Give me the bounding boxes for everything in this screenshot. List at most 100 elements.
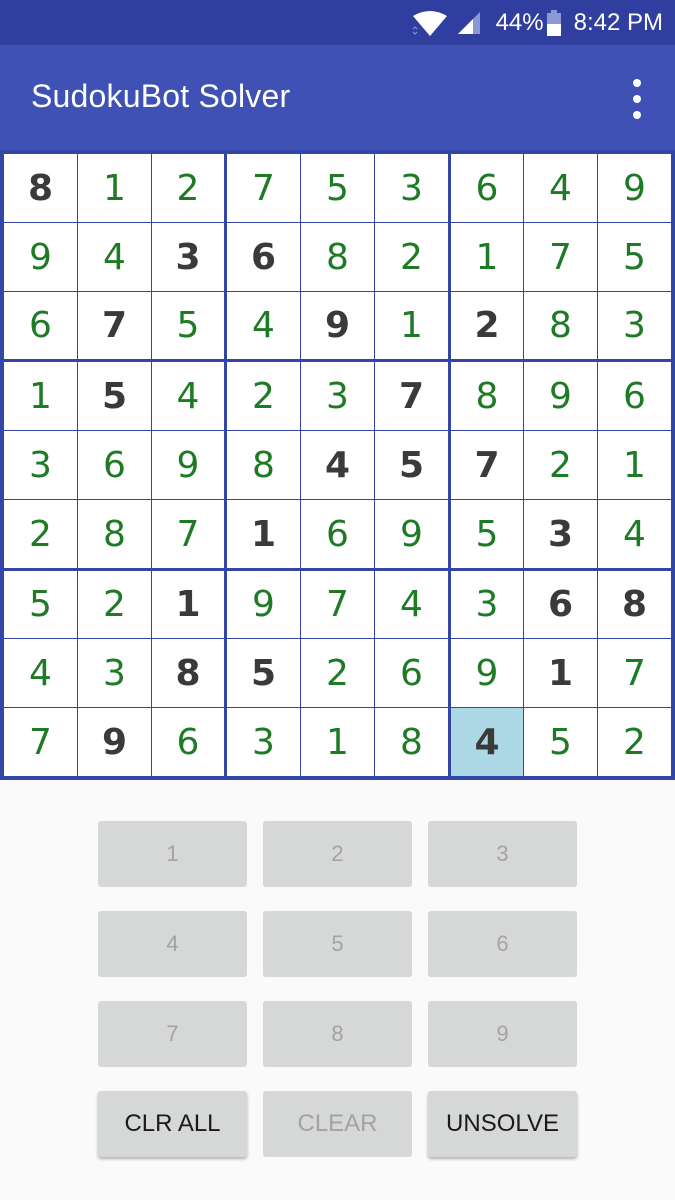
digit-button-6[interactable]: 6	[428, 911, 577, 977]
digit-button-9[interactable]: 9	[428, 1001, 577, 1067]
dot	[633, 95, 641, 103]
sudoku-cell-r4c9[interactable]: 6	[598, 362, 671, 430]
sudoku-cell-r3c2[interactable]: 7	[78, 292, 151, 359]
sudoku-cell-r3c4[interactable]: 4	[227, 292, 300, 359]
digit-button-5[interactable]: 5	[263, 911, 412, 977]
sudoku-cell-r5c8[interactable]: 2	[524, 431, 597, 499]
app-title: SudokuBot Solver	[31, 78, 291, 114]
sudoku-cell-r8c7[interactable]: 9	[451, 639, 523, 707]
sudoku-cell-r5c6[interactable]: 5	[375, 431, 448, 499]
sudoku-cell-r7c2[interactable]: 2	[78, 571, 151, 638]
sudoku-cell-r2c3[interactable]: 3	[152, 223, 224, 291]
sudoku-cell-r9c4[interactable]: 3	[227, 708, 300, 776]
sudoku-cell-r1c3[interactable]: 2	[152, 154, 224, 222]
sudoku-cell-r8c2[interactable]: 3	[78, 639, 151, 707]
sudoku-cell-r1c2[interactable]: 1	[78, 154, 151, 222]
sudoku-cell-r4c1[interactable]: 1	[4, 362, 77, 430]
sudoku-cell-r1c9[interactable]: 9	[598, 154, 671, 222]
sudoku-cell-r7c4[interactable]: 9	[227, 571, 300, 638]
sudoku-cell-r6c4[interactable]: 1	[227, 500, 300, 568]
sudoku-cell-r2c1[interactable]: 9	[4, 223, 77, 291]
sudoku-cell-r2c9[interactable]: 5	[598, 223, 671, 291]
sudoku-cell-r5c7[interactable]: 7	[451, 431, 523, 499]
battery-icon	[546, 9, 562, 36]
sudoku-cell-r4c4[interactable]: 2	[227, 362, 300, 430]
sudoku-cell-r6c7[interactable]: 5	[451, 500, 523, 568]
sudoku-cell-r6c3[interactable]: 7	[152, 500, 224, 568]
sudoku-cell-r2c5[interactable]: 8	[301, 223, 374, 291]
digit-button-1[interactable]: 1	[98, 821, 247, 887]
sudoku-grid: 8127536499436821756754912831542378963698…	[0, 150, 675, 780]
sudoku-cell-r2c6[interactable]: 2	[375, 223, 448, 291]
clear-button[interactable]: CLEAR	[263, 1091, 412, 1157]
clear-all-button[interactable]: CLR ALL	[98, 1091, 247, 1157]
sudoku-cell-r7c8[interactable]: 6	[524, 571, 597, 638]
sudoku-cell-r7c3[interactable]: 1	[152, 571, 224, 638]
sudoku-cell-r8c4[interactable]: 5	[227, 639, 300, 707]
digit-button-4[interactable]: 4	[98, 911, 247, 977]
sudoku-cell-r6c8[interactable]: 3	[524, 500, 597, 568]
sudoku-cell-r5c2[interactable]: 6	[78, 431, 151, 499]
sudoku-cell-r5c1[interactable]: 3	[4, 431, 77, 499]
sudoku-cell-r1c7[interactable]: 6	[451, 154, 523, 222]
digit-button-3[interactable]: 3	[428, 821, 577, 887]
sudoku-cell-r6c9[interactable]: 4	[598, 500, 671, 568]
digit-button-8[interactable]: 8	[263, 1001, 412, 1067]
sudoku-cell-r3c8[interactable]: 8	[524, 292, 597, 359]
sudoku-cell-r5c4[interactable]: 8	[227, 431, 300, 499]
sudoku-cell-r2c8[interactable]: 7	[524, 223, 597, 291]
sudoku-cell-r7c5[interactable]: 7	[301, 571, 374, 638]
sudoku-cell-r9c5[interactable]: 1	[301, 708, 374, 776]
digit-button-2[interactable]: 2	[263, 821, 412, 887]
sudoku-cell-r6c6[interactable]: 9	[375, 500, 448, 568]
sudoku-cell-r2c2[interactable]: 4	[78, 223, 151, 291]
sudoku-cell-r8c5[interactable]: 2	[301, 639, 374, 707]
sudoku-cell-r9c2[interactable]: 9	[78, 708, 151, 776]
sudoku-cell-r7c6[interactable]: 4	[375, 571, 448, 638]
sudoku-cell-r9c1[interactable]: 7	[4, 708, 77, 776]
digit-button-7[interactable]: 7	[98, 1001, 247, 1067]
sudoku-cell-r7c9[interactable]: 8	[598, 571, 671, 638]
sudoku-cell-r7c1[interactable]: 5	[4, 571, 77, 638]
sudoku-cell-r8c9[interactable]: 7	[598, 639, 671, 707]
sudoku-cell-r1c5[interactable]: 5	[301, 154, 374, 222]
sudoku-cell-r4c5[interactable]: 3	[301, 362, 374, 430]
sudoku-cell-r5c9[interactable]: 1	[598, 431, 671, 499]
sudoku-cell-r4c6[interactable]: 7	[375, 362, 448, 430]
sudoku-cell-r3c3[interactable]: 5	[152, 292, 224, 359]
sudoku-cell-r9c6[interactable]: 8	[375, 708, 448, 776]
sudoku-cell-r6c2[interactable]: 8	[78, 500, 151, 568]
sudoku-cell-r4c7[interactable]: 8	[451, 362, 523, 430]
sudoku-cell-r9c8[interactable]: 5	[524, 708, 597, 776]
sudoku-cell-r6c5[interactable]: 6	[301, 500, 374, 568]
sudoku-cell-r3c9[interactable]: 3	[598, 292, 671, 359]
sudoku-cell-r3c1[interactable]: 6	[4, 292, 77, 359]
sudoku-cell-r1c1[interactable]: 8	[4, 154, 77, 222]
sudoku-cell-r2c4[interactable]: 6	[227, 223, 300, 291]
sudoku-cell-r6c1[interactable]: 2	[4, 500, 77, 568]
sudoku-cell-r7c7[interactable]: 3	[451, 571, 523, 638]
sudoku-cell-r3c5[interactable]: 9	[301, 292, 374, 359]
sudoku-cell-r9c3[interactable]: 6	[152, 708, 224, 776]
sudoku-cell-r5c3[interactable]: 9	[152, 431, 224, 499]
sudoku-cell-r1c8[interactable]: 4	[524, 154, 597, 222]
sudoku-cell-r3c7[interactable]: 2	[451, 292, 523, 359]
sudoku-cell-r4c3[interactable]: 4	[152, 362, 224, 430]
sudoku-cell-r8c6[interactable]: 6	[375, 639, 448, 707]
unsolve-button[interactable]: UNSOLVE	[428, 1091, 577, 1157]
sudoku-cell-r8c3[interactable]: 8	[152, 639, 224, 707]
sudoku-cell-r9c9[interactable]: 2	[598, 708, 671, 776]
more-vert-icon[interactable]	[625, 79, 649, 119]
sudoku-cell-r3c6[interactable]: 1	[375, 292, 448, 359]
sudoku-cell-r1c4[interactable]: 7	[227, 154, 300, 222]
sudoku-cell-r5c5[interactable]: 4	[301, 431, 374, 499]
sudoku-cell-r4c8[interactable]: 9	[524, 362, 597, 430]
sudoku-cell-r8c1[interactable]: 4	[4, 639, 77, 707]
dot	[633, 111, 641, 119]
sudoku-cell-r8c8[interactable]: 1	[524, 639, 597, 707]
sudoku-cell-r9c7[interactable]: 4	[451, 708, 523, 776]
cell-signal-icon	[456, 10, 482, 36]
sudoku-cell-r4c2[interactable]: 5	[78, 362, 151, 430]
sudoku-cell-r1c6[interactable]: 3	[375, 154, 448, 222]
sudoku-cell-r2c7[interactable]: 1	[451, 223, 523, 291]
